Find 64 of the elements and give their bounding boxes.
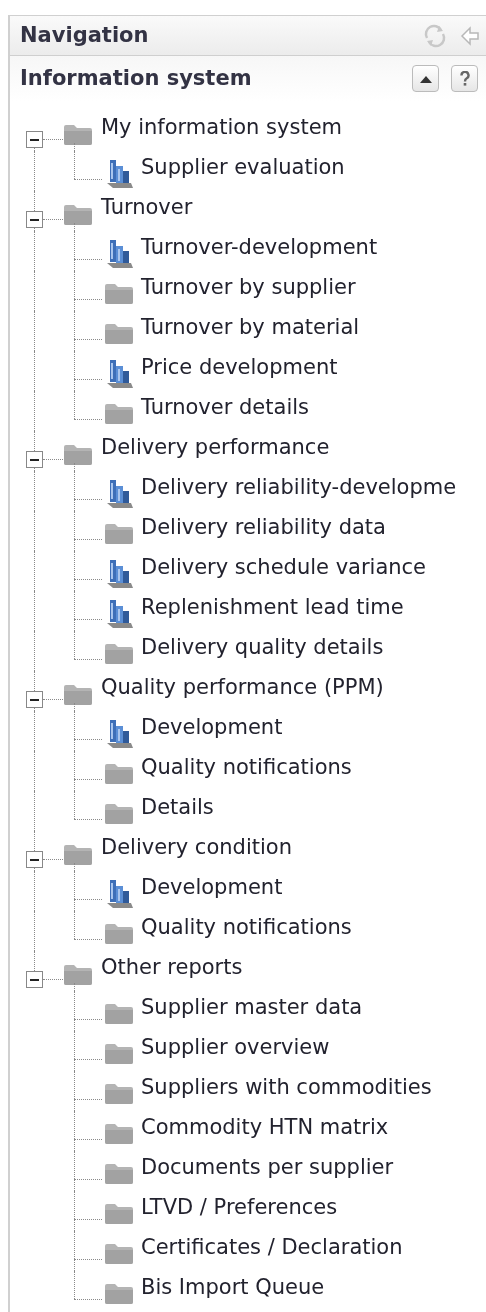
- tree-item[interactable]: Turnover by supplier: [141, 272, 356, 304]
- panel-title: Navigation: [20, 21, 149, 49]
- help-button[interactable]: [451, 65, 478, 92]
- tree-item[interactable]: Delivery performance: [101, 432, 330, 464]
- folder-icon: [104, 321, 134, 345]
- tree-item[interactable]: Supplier master data: [141, 992, 363, 1024]
- folder-icon: [104, 921, 134, 945]
- tree-item[interactable]: Quality notifications: [141, 752, 352, 784]
- tree-item[interactable]: My information system: [101, 112, 343, 144]
- folder-icon: [104, 521, 134, 545]
- tree-item[interactable]: Delivery reliability data: [141, 512, 386, 544]
- collapse-toggle[interactable]: [26, 211, 43, 228]
- tree-item[interactable]: Quality notifications: [141, 912, 352, 944]
- tree-item[interactable]: Turnover details: [141, 392, 309, 424]
- question-mark-icon: [459, 71, 470, 86]
- tree-item[interactable]: Delivery reliability-developme: [141, 472, 457, 504]
- tree-item[interactable]: Development: [141, 872, 283, 904]
- folder-icon: [63, 962, 93, 986]
- tree-item[interactable]: Turnover: [101, 192, 193, 224]
- tree-item[interactable]: Price development: [141, 352, 338, 384]
- tree-item[interactable]: Certificates / Declaration: [141, 1232, 403, 1264]
- folder-icon: [63, 202, 93, 226]
- folder-icon: [104, 761, 134, 785]
- folder-icon: [63, 122, 93, 146]
- tree-item[interactable]: Development: [141, 712, 283, 744]
- folder-icon: [63, 442, 93, 466]
- folder-icon: [63, 682, 93, 706]
- tree-item[interactable]: Quality performance (PPM): [101, 672, 384, 704]
- folder-icon: [63, 842, 93, 866]
- section-title: Information system: [20, 64, 252, 92]
- folder-icon: [104, 401, 134, 425]
- tree-item[interactable]: Details: [141, 792, 214, 824]
- tree-item[interactable]: Delivery quality details: [141, 632, 384, 664]
- collapse-toggle[interactable]: [26, 131, 43, 148]
- tree-item[interactable]: Documents per supplier: [141, 1152, 394, 1184]
- folder-icon: [104, 641, 134, 665]
- folder-icon: [104, 1201, 134, 1225]
- collapse-toggle[interactable]: [26, 691, 43, 708]
- folder-icon: [104, 1161, 134, 1185]
- collapse-toggle[interactable]: [26, 451, 43, 468]
- tree-item[interactable]: Delivery schedule variance: [141, 552, 427, 584]
- tree-item[interactable]: Suppliers with commodities: [141, 1072, 432, 1104]
- folder-icon: [104, 1081, 134, 1105]
- collapse-toggle[interactable]: [26, 851, 43, 868]
- folder-icon: [104, 1041, 134, 1065]
- folder-icon: [104, 1281, 134, 1305]
- tree-item[interactable]: Turnover-development: [141, 232, 378, 264]
- folder-icon: [104, 281, 134, 305]
- tree-item[interactable]: LTVD / Preferences: [141, 1192, 338, 1224]
- folder-icon: [104, 801, 134, 825]
- collapse-toggle[interactable]: [26, 971, 43, 988]
- tree-item[interactable]: Supplier overview: [141, 1032, 330, 1064]
- folder-icon: [104, 1121, 134, 1145]
- tree-item[interactable]: Turnover by material: [141, 312, 360, 344]
- folder-icon: [104, 1001, 134, 1025]
- tree-item[interactable]: Bis Import Queue: [141, 1272, 325, 1304]
- tree-item[interactable]: Supplier evaluation: [141, 152, 345, 184]
- folder-icon: [104, 1241, 134, 1265]
- collapse-button[interactable]: [412, 65, 439, 92]
- tree-item[interactable]: Delivery condition: [101, 832, 292, 864]
- tree-item[interactable]: Commodity HTN matrix: [141, 1112, 389, 1144]
- tree-item[interactable]: Other reports: [101, 952, 243, 984]
- up-triangle-icon: [419, 74, 432, 83]
- tree-item[interactable]: Replenishment lead time: [141, 592, 404, 624]
